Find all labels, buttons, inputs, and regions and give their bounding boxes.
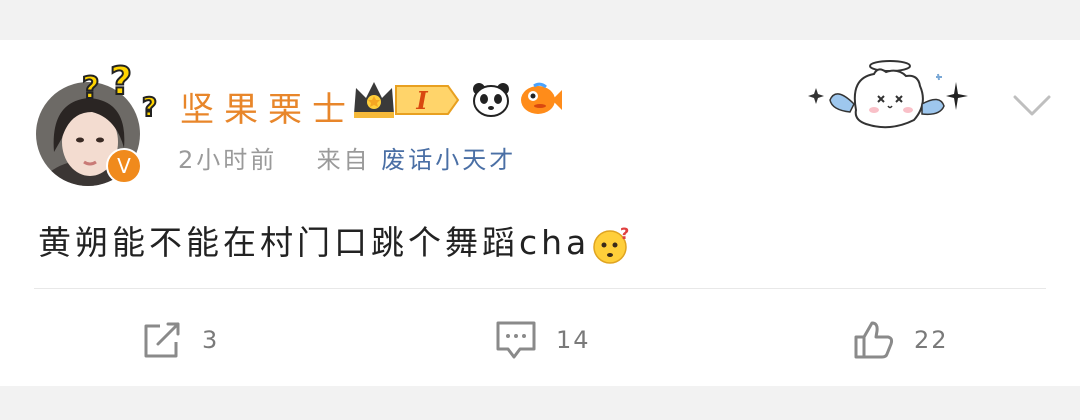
avatar-container[interactable]: ? ? ? V xyxy=(36,60,158,192)
post-text: 黄朔能不能在村门口跳个舞蹈cha xyxy=(38,223,591,262)
thinking-face-emoji-icon: ? xyxy=(593,225,632,264)
verified-badge-icon: V xyxy=(106,148,142,184)
svg-text:?: ? xyxy=(82,71,99,106)
author-name[interactable]: 坚果栗士 xyxy=(180,82,356,131)
comment-button[interactable]: 14 xyxy=(494,318,591,362)
fish-icon xyxy=(521,82,562,114)
comment-icon xyxy=(496,321,536,359)
panda-icon xyxy=(473,83,509,117)
crown-level-badge-icon[interactable]: I xyxy=(352,78,462,122)
comment-count: 14 xyxy=(556,326,591,354)
bottom-separator xyxy=(0,386,1080,420)
svg-text:?: ? xyxy=(620,225,632,243)
question-marks-decoration: ? ? ? xyxy=(81,60,158,120)
repost-button[interactable]: 3 xyxy=(142,318,219,362)
svg-text:V: V xyxy=(117,154,131,178)
repost-count: 3 xyxy=(202,326,220,354)
thumbs-up-icon xyxy=(854,321,894,359)
post-source-link[interactable]: 废话小天才 xyxy=(381,146,516,174)
post-content: 黄朔能不能在村门口跳个舞蹈cha ? xyxy=(38,216,632,265)
svg-text:?: ? xyxy=(142,93,157,120)
post-meta: 2小时前 来自 废话小天才 xyxy=(178,140,516,175)
svg-text:I: I xyxy=(415,86,428,115)
from-label: 来自 xyxy=(316,146,371,174)
share-icon xyxy=(144,322,180,358)
angel-cat-decoration-icon xyxy=(808,60,968,129)
chevron-down-icon[interactable] xyxy=(1012,92,1052,118)
post-time: 2小时前 xyxy=(178,146,278,174)
like-count: 22 xyxy=(914,326,949,354)
divider xyxy=(34,288,1046,289)
like-button[interactable]: 22 xyxy=(852,318,949,362)
svg-text:?: ? xyxy=(110,60,132,103)
